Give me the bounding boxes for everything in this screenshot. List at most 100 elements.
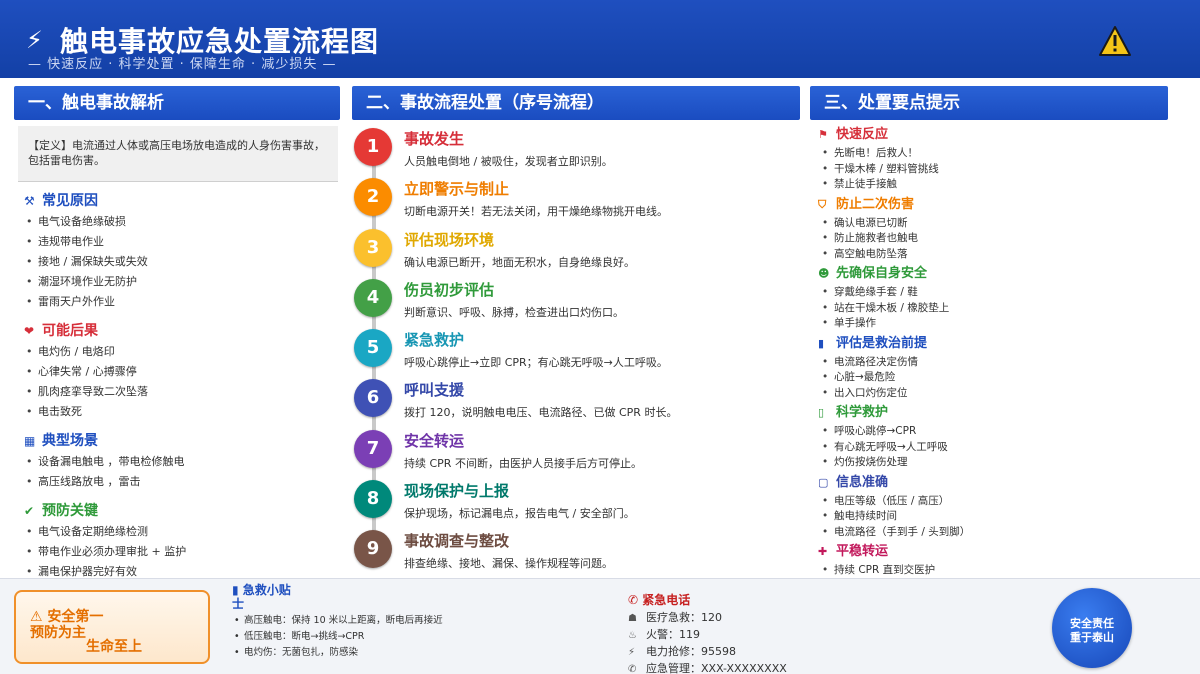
step-number: 3: [354, 228, 392, 267]
list-item: 接地 / 漏保缺失或失效: [24, 252, 340, 272]
list-item: 电灼伤 / 电烙印: [24, 342, 340, 362]
list-item: 心律失常 / 心搏骤停: [24, 362, 340, 382]
step-number: 8: [354, 480, 392, 519]
tip-title: ✚ 平稳转运: [818, 541, 1168, 563]
tip-group: ⛉ 防止二次伤害 确认电源已切断 防止施救者也触电 高空触电防坠落: [818, 194, 1168, 263]
step-title: 安全转运: [404, 431, 465, 450]
step-description: 切断电源开关！若无法关闭，用干燥绝缘物挑开电线。: [404, 205, 668, 219]
phone-text: 电力抢修：95598: [646, 645, 736, 658]
first-aid-tips: ▮ 急救小贴士 高压触电：保持 10 米以上距离，断电后再接近 低压触电：断电→…: [232, 583, 612, 661]
step-number: 9: [354, 530, 392, 569]
page-subtitle: — 快速反应 · 科学处置 · 保障生命 · 减少损失 —: [28, 57, 337, 72]
list-item: 带电作业必须办理审批 + 监护: [24, 542, 340, 562]
process-steps: 1 事故发生 人员触电倒地 / 被吸住，发现者立即识别。 2 立即警示与制止 切…: [352, 124, 800, 577]
flag-icon: ⚑: [818, 128, 828, 141]
tip-title: ▯ 科学救护: [818, 402, 1168, 424]
list-item: 出入口灼伤定位: [818, 386, 1168, 402]
category-title: ⚒ 常见原因: [24, 190, 340, 212]
list-item: 干燥木棒 / 塑料管挑线: [818, 162, 1168, 178]
category-consequences: ❤ 可能后果 电灼伤 / 电烙印 心律失常 / 心搏骤停 肌肉痉挛导致二次坠落 …: [24, 320, 340, 422]
tip-label: 快速反应: [836, 127, 889, 142]
analysis-column: ⚒ 常见原因 电气设备绝缘破损 违规带电作业 接地 / 漏保缺失或失效 潮湿环境…: [24, 190, 340, 590]
step-description: 人员触电倒地 / 被吸住，发现者立即识别。: [404, 155, 613, 168]
tip-group: ⚑ 快速反应 先断电！后救人！ 干燥木棒 / 塑料管挑线 禁止徒手接触: [818, 124, 1168, 193]
step-description: 拨打 120，说明触电电压、电流路径、已做 CPR 时长。: [404, 406, 678, 420]
bottle-icon: ▯: [818, 406, 825, 419]
list-item: 电灼伤：无菌包扎，防感染: [232, 645, 612, 661]
step-title: 呼叫支援: [404, 381, 465, 400]
step-number: 5: [354, 329, 392, 368]
seal-line: 重于泰山: [1070, 631, 1114, 644]
step-title: 事故发生: [404, 130, 465, 148]
list-item: 电气设备绝缘破损: [24, 212, 340, 232]
list-item: 持续 CPR 直到交医护: [818, 563, 1168, 579]
step-description: 排查绝缘、接地、漏保、操作规程等问题。: [404, 557, 613, 571]
list-item: 潮湿环境作业无防护: [24, 272, 340, 292]
slogan-line: 预防为主: [30, 625, 86, 641]
emergency-phones: ✆ 紧急电话 ☗ 医疗急救：120 ♨ 火警：119 ⚡ 电力抢修：95598 ✆ 应急…: [628, 591, 888, 674]
list-item: 站在干燥木板 / 橡胶垫上: [818, 301, 1168, 317]
category-title: ▦ 典型场景: [24, 430, 340, 452]
step-number: 4: [354, 278, 392, 317]
document-icon: ▢: [818, 475, 829, 489]
category-label: 预防关键: [42, 503, 98, 519]
process-step: 3 评估现场环境 确认电源已断开，地面无积水，自身绝缘良好。: [352, 225, 800, 275]
warning-icon: [1099, 26, 1131, 56]
helmet-icon: ☻: [818, 267, 830, 280]
list-item: 高压线路放电 ，雷击: [24, 472, 340, 492]
slogan-line: 生命至上: [86, 639, 142, 655]
category-causes: ⚒ 常见原因 电气设备绝缘破损 违规带电作业 接地 / 漏保缺失或失效 潮湿环境…: [24, 190, 340, 312]
check-icon: ✔: [24, 504, 35, 518]
hospital-icon: ☗: [628, 613, 637, 624]
list-item: 肌肉痉挛导致二次坠落: [24, 382, 340, 402]
step-title: 评估现场环境: [404, 230, 495, 249]
list-item: 灼伤按烧伤处理: [818, 455, 1168, 471]
tip-title: ▮ 评估是救治前提: [818, 333, 1168, 355]
section-header-process: 二、事故流程处置（序号流程）: [352, 86, 800, 120]
list-item: 高压触电：保持 10 米以上距离，断电后再接近: [232, 613, 612, 629]
header-banner: ⚡ 触电事故应急处置流程图 — 快速反应 · 科学处置 · 保障生命 · 减少损…: [0, 0, 1200, 78]
definition-box: 【定义】电流通过人体或高压电场放电造成的人身伤害事故，包括雷电伤害。: [18, 126, 338, 182]
process-step: 8 现场保护与上报 保护现场，标记漏电点，报告电气 / 安全部门。: [352, 476, 800, 526]
step-number: 7: [354, 429, 392, 468]
list-item: 先断电！后救人！: [818, 146, 1168, 162]
process-step: 4 伤员初步评估 判断意识、呼吸、脉搏，检查进出口灼伤口。: [352, 275, 800, 325]
phone-row: ✆ 应急管理：XXX-XXXXXXXX: [628, 660, 888, 674]
list-item: 穿戴绝缘手套 / 鞋: [818, 285, 1168, 301]
tip-label: 平稳转运: [836, 544, 889, 559]
list-item: 呼吸心跳停→CPR: [818, 424, 1168, 440]
tip-group: ▯ 科学救护 呼吸心跳停→CPR 有心跳无呼吸→人工呼吸 灼伤按烧伤处理: [818, 402, 1168, 471]
lightning-icon: ⚡: [26, 26, 43, 54]
factory-icon: ▦: [24, 434, 36, 448]
list-item: 雷雨天户外作业: [24, 292, 340, 312]
phone-row: ⚡ 电力抢修：95598: [628, 643, 888, 660]
heart-icon: ❤: [24, 324, 35, 338]
list-item: 电击致死: [24, 402, 340, 422]
step-title: 立即警示与制止: [404, 180, 510, 199]
process-step: 6 呼叫支援 拨打 120，说明触电电压、电流路径、已做 CPR 时长。: [352, 375, 800, 425]
step-title: 紧急救护: [404, 331, 465, 350]
step-title: 现场保护与上报: [404, 482, 510, 501]
tip-group: ☻ 先确保自身安全 穿戴绝缘手套 / 鞋 站在干燥木板 / 橡胶垫上 单手操作: [818, 263, 1168, 332]
category-title: ❤ 可能后果: [24, 320, 340, 342]
step-description: 保护现场，标记漏电点，报告电气 / 安全部门。: [404, 507, 635, 521]
tip-label: 防止二次伤害: [836, 196, 915, 212]
phone-text: 火警：119: [646, 628, 700, 641]
category-title: ✔ 预防关键: [24, 500, 340, 522]
list-item: 确认电源已切断: [818, 216, 1168, 232]
process-step: 9 事故调查与整改 排查绝缘、接地、漏保、操作规程等问题。: [352, 526, 800, 576]
list-item: 心脏→最危险: [818, 370, 1168, 386]
tip-label: 科学救护: [836, 405, 889, 420]
list-item: 电流路径（手到手 / 头到脚）: [818, 525, 1168, 541]
tip-label: 评估是救治前提: [836, 335, 928, 351]
lightning-icon: ⚡: [628, 647, 636, 658]
emergency-phones-title: ✆ 紧急电话: [628, 593, 691, 607]
tip-label: 先确保自身安全: [836, 266, 928, 281]
section-header-tips: 三、处置要点提示: [810, 86, 1168, 120]
phone-text: 应急管理：XXX-XXXXXXXX: [646, 662, 787, 674]
process-step: 5 紧急救护 呼吸心跳停止→立即 CPR；有心跳无呼吸→人工呼吸。: [352, 325, 800, 375]
list-item: 触电持续时间: [818, 509, 1168, 525]
safety-slogan-box: ⚠ 安全第一 预防为主 生命至上: [14, 590, 210, 664]
fire-icon: ♨: [628, 630, 637, 641]
process-step: 7 安全转运 持续 CPR 不间断，由医护人员接手后方可停止。: [352, 426, 800, 476]
